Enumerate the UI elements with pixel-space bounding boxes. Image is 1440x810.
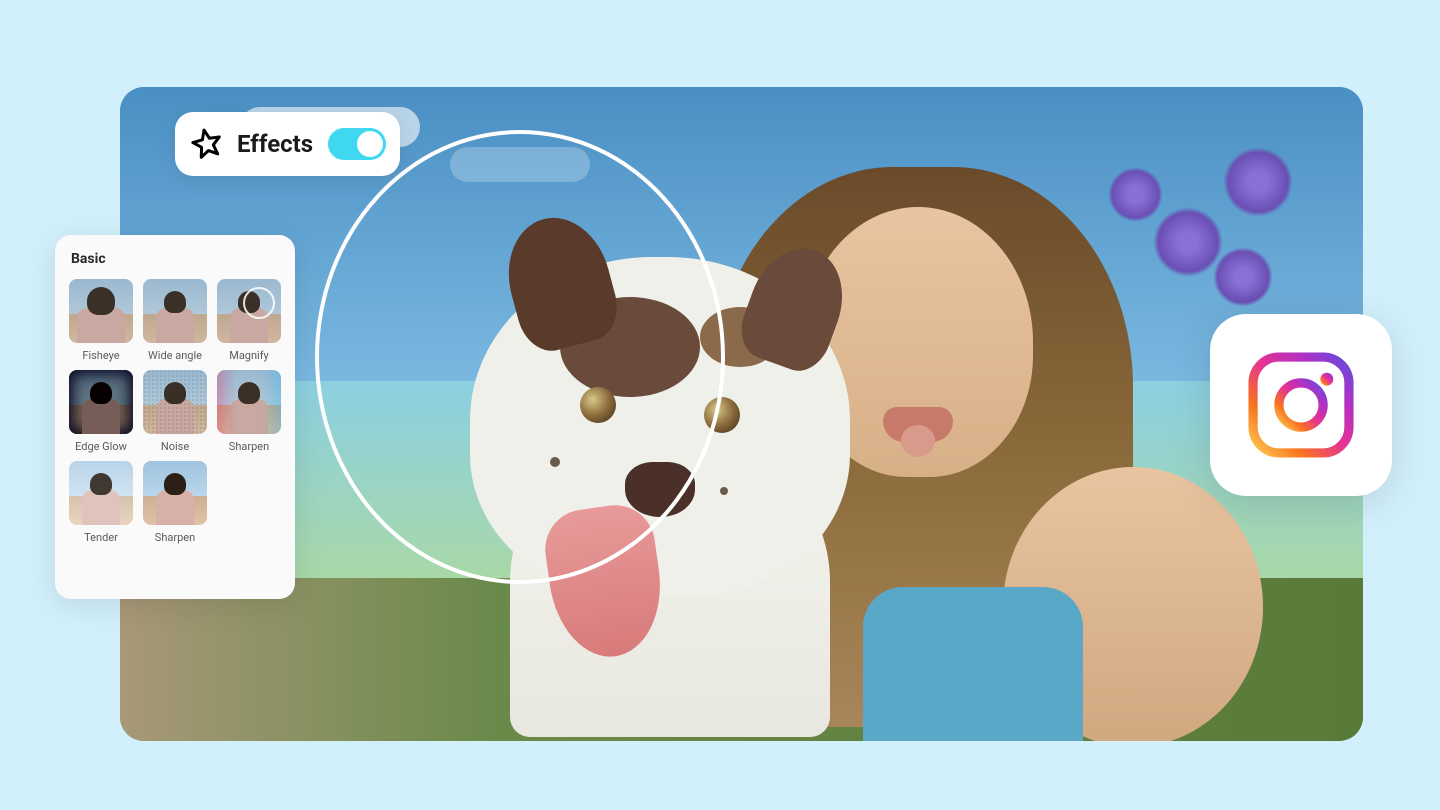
effect-item-sharpen2[interactable]: Sharpen [141, 461, 209, 544]
effect-label: Magnify [229, 349, 269, 362]
effect-thumbnail [217, 279, 281, 343]
effect-label: Noise [161, 440, 189, 453]
effect-item-sharpen[interactable]: Sharpen [215, 370, 283, 453]
effect-label: Fisheye [82, 349, 119, 362]
effect-thumbnail [143, 370, 207, 434]
effects-toggle-pill: Effects [175, 112, 400, 176]
effect-item-wide[interactable]: Wide angle [141, 279, 209, 362]
effect-item-tender[interactable]: Tender [67, 461, 135, 544]
effects-toggle-switch[interactable] [328, 128, 386, 160]
effect-thumbnail [143, 461, 207, 525]
effect-thumbnail [69, 370, 133, 434]
effect-thumbnail [69, 461, 133, 525]
effects-toggle-label: Effects [237, 130, 316, 158]
main-preview-image [120, 87, 1363, 741]
effect-label: Sharpen [155, 531, 195, 544]
effect-label: Sharpen [229, 440, 269, 453]
effect-thumbnail [217, 370, 281, 434]
effect-thumbnail [143, 279, 207, 343]
effect-item-fisheye[interactable]: Fisheye [67, 279, 135, 362]
instagram-icon [1242, 346, 1360, 464]
effect-label: Wide angle [148, 349, 202, 362]
effects-panel: Basic Fisheye Wide angle Magnify Edge Glow N… [55, 235, 295, 599]
effect-item-magnify[interactable]: Magnify [215, 279, 283, 362]
effect-item-noise[interactable]: Noise [141, 370, 209, 453]
star-icon [189, 126, 225, 162]
effect-label: Edge Glow [75, 440, 127, 453]
effect-label: Tender [84, 531, 118, 544]
effect-item-edgeglow[interactable]: Edge Glow [67, 370, 135, 453]
effects-panel-heading: Basic [67, 251, 283, 267]
effect-thumbnail [69, 279, 133, 343]
instagram-badge[interactable] [1210, 314, 1392, 496]
